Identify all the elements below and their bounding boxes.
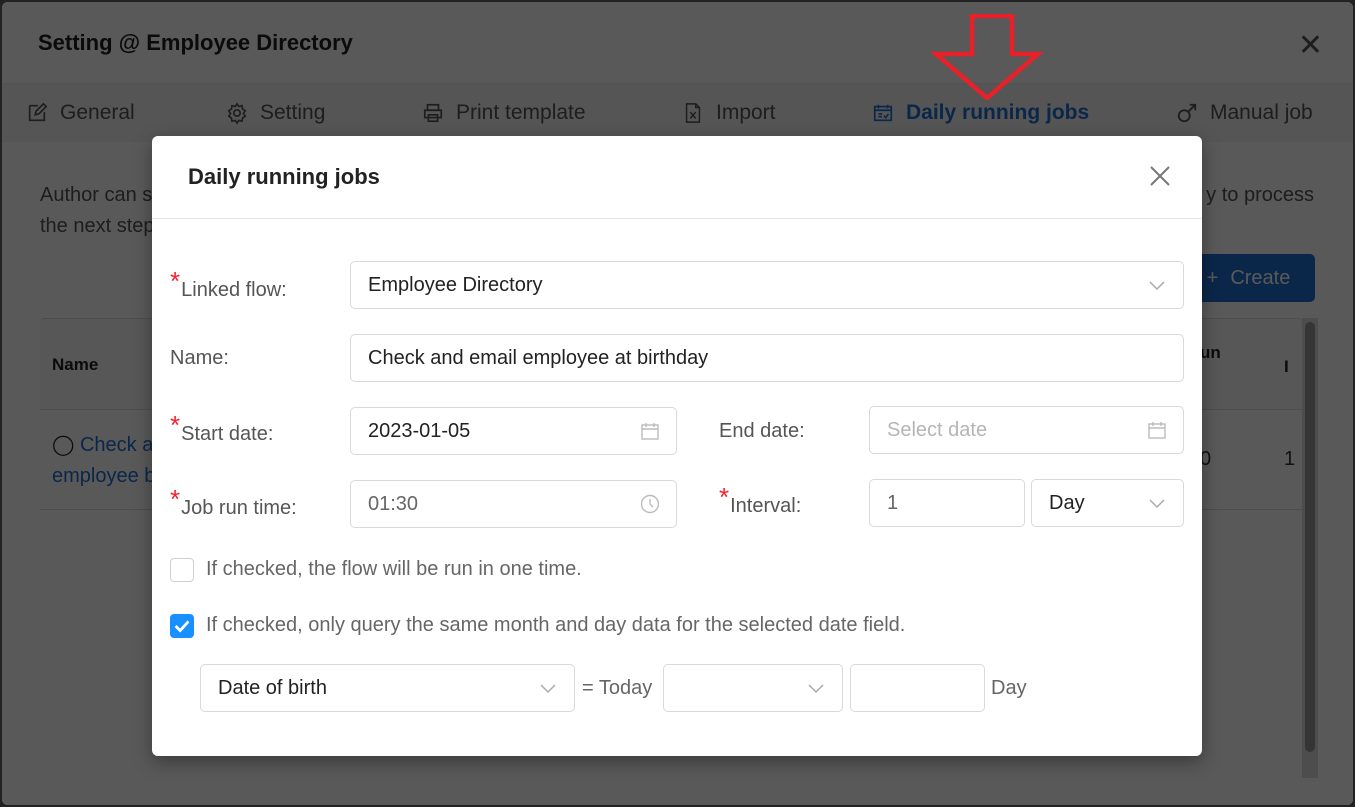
chevron-down-icon [808,684,824,694]
name-label: Name: [170,347,229,369]
job-run-time-picker[interactable]: 01:30 [350,480,677,528]
day-unit-label: Day [991,677,1027,699]
date-field-select[interactable]: Date of birth [200,664,575,712]
end-date-placeholder: Select date [887,418,988,441]
annotation-arrow-icon [930,14,1045,100]
required-mark: * [719,482,730,512]
modal-title: Daily running jobs [188,164,380,189]
equals-today-label: = Today [582,677,653,699]
start-date-label: *Start date: [170,410,274,447]
start-date-value: 2023-01-05 [368,419,471,442]
daily-running-jobs-modal: Daily running jobs *Linked flow: Employe… [152,136,1202,756]
one-time-label[interactable]: If checked, the flow will be run in one … [206,558,582,581]
job-run-time-label-text: Job run time: [181,497,297,519]
close-icon[interactable] [1148,164,1172,188]
linked-flow-label: *Linked flow: [170,266,287,303]
interval-label: *Interval: [719,482,802,519]
clock-icon [640,494,660,514]
chevron-down-icon [1149,499,1165,509]
modal-header: Daily running jobs [152,136,1202,219]
one-time-checkbox[interactable] [170,558,194,582]
checkmark-icon [174,620,190,633]
calendar-icon [1148,422,1166,439]
end-date-label: End date: [719,420,805,442]
start-date-label-text: Start date: [181,423,274,445]
same-month-day-checkbox[interactable] [170,614,194,638]
date-offset-input[interactable] [850,664,985,712]
end-date-picker[interactable]: Select date [869,406,1184,454]
required-mark: * [170,266,181,296]
interval-unit-select[interactable]: Day [1031,479,1184,527]
interval-value: 1 [887,491,899,514]
chevron-down-icon [540,684,556,694]
name-value: Check and email employee at birthday [368,346,709,369]
start-date-picker[interactable]: 2023-01-05 [350,407,677,455]
required-mark: * [170,484,181,514]
date-field-value: Date of birth [218,676,327,699]
calendar-icon [641,423,659,440]
linked-flow-select[interactable]: Employee Directory [350,261,1184,309]
interval-unit-value: Day [1049,491,1085,514]
interval-label-text: Interval: [730,495,802,517]
interval-input[interactable]: 1 [869,479,1025,527]
job-run-time-value: 01:30 [368,492,419,515]
same-month-day-label[interactable]: If checked, only query the same month an… [206,614,905,637]
linked-flow-value: Employee Directory [368,273,543,296]
linked-flow-label-text: Linked flow: [181,279,287,301]
date-operator-select[interactable] [663,664,843,712]
required-mark: * [170,410,181,440]
job-run-time-label: *Job run time: [170,484,297,521]
name-input[interactable]: Check and email employee at birthday [350,334,1184,382]
chevron-down-icon [1149,281,1165,291]
